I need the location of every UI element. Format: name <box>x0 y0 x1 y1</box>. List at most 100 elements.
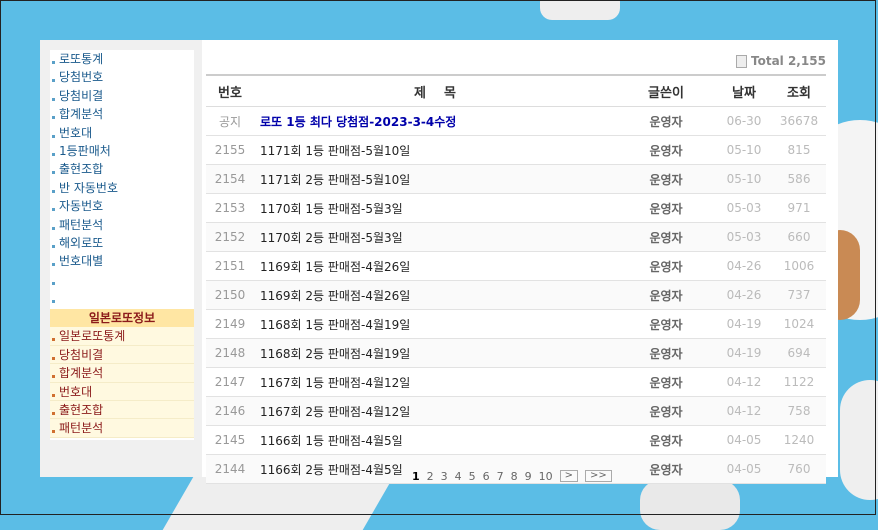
page-link[interactable]: 8 <box>511 470 518 483</box>
cell-num: 2152 <box>206 222 254 252</box>
header-writer: 글쓴이 <box>616 74 716 107</box>
cell-title[interactable]: 1170회 1등 판매점-5월3일 <box>254 193 616 223</box>
page-link[interactable]: 5 <box>469 470 476 483</box>
cell-num: 공지 <box>206 106 254 136</box>
total-count: Total 2,155 <box>736 54 826 68</box>
cell-num: 2147 <box>206 367 254 397</box>
page-link[interactable]: 7 <box>497 470 504 483</box>
table-header-row: 번호 제 목 글쓴이 날짜 조회 <box>206 74 826 107</box>
page-link[interactable]: 3 <box>441 470 448 483</box>
page-next-button[interactable]: > <box>559 470 579 482</box>
japan-lotto-header: 일본로또정보 <box>50 309 194 328</box>
cell-hits: 815 <box>772 135 826 165</box>
sidebar-item[interactable]: 해외로또 <box>50 234 194 252</box>
sidebar-item <box>50 289 194 307</box>
cell-date: 04-26 <box>716 280 772 310</box>
cell-title[interactable]: 1171회 2등 판매점-5월10일 <box>254 164 616 194</box>
cell-writer: 운영자 <box>616 135 716 165</box>
sidebar-item[interactable]: 당첨비결 <box>50 87 194 105</box>
cell-date: 05-03 <box>716 193 772 223</box>
cell-title[interactable]: 1170회 2등 판매점-5월3일 <box>254 222 616 252</box>
cell-hits: 36678 <box>772 106 826 136</box>
table-row: 2155 1171회 1등 판매점-5월10일 운영자 05-10 815 <box>206 135 826 165</box>
cell-num: 2145 <box>206 425 254 455</box>
total-label: Total 2,155 <box>751 54 826 68</box>
background-shape <box>540 0 620 20</box>
cell-num: 2155 <box>206 135 254 165</box>
table-row: 2146 1167회 2등 판매점-4월12일 운영자 04-12 758 <box>206 396 826 426</box>
table-row: 2151 1169회 1등 판매점-4월26일 운영자 04-26 1006 <box>206 251 826 281</box>
cell-title[interactable]: 로또 1등 최다 당첨점-2023-3-4수정 <box>254 106 616 136</box>
cell-title[interactable]: 1168회 1등 판매점-4월19일 <box>254 309 616 339</box>
cell-title[interactable]: 1171회 1등 판매점-5월10일 <box>254 135 616 165</box>
cell-hits: 760 <box>772 454 826 484</box>
cell-date: 04-12 <box>716 367 772 397</box>
cell-title[interactable]: 1167회 1등 판매점-4월12일 <box>254 367 616 397</box>
sidebar-item[interactable]: 당첨번호 <box>50 68 194 86</box>
japan-lotto-item[interactable]: 번호대 <box>50 382 194 402</box>
table-row: 2145 1166회 1등 판매점-4월5일 운영자 04-05 1240 <box>206 425 826 455</box>
cell-date: 04-26 <box>716 251 772 281</box>
cell-writer: 운영자 <box>616 309 716 339</box>
cell-title[interactable]: 1166회 1등 판매점-4월5일 <box>254 425 616 455</box>
sidebar-item[interactable]: 합계분석 <box>50 105 194 123</box>
sidebar-item[interactable]: 번호대별 <box>50 252 194 270</box>
cell-date: 04-12 <box>716 396 772 426</box>
cell-title[interactable]: 1168회 2등 판매점-4월19일 <box>254 338 616 368</box>
cell-num: 2150 <box>206 280 254 310</box>
cell-num: 2146 <box>206 396 254 426</box>
cell-num: 2154 <box>206 164 254 194</box>
table-row: 2150 1169회 2등 판매점-4월26일 운영자 04-26 737 <box>206 280 826 310</box>
page-last-button[interactable]: >> <box>585 470 612 482</box>
cell-date: 06-30 <box>716 106 772 136</box>
cell-hits: 1240 <box>772 425 826 455</box>
page-link[interactable]: 2 <box>427 470 434 483</box>
cell-writer: 운영자 <box>616 425 716 455</box>
cell-writer: 운영자 <box>616 338 716 368</box>
page-link[interactable]: 10 <box>539 470 553 483</box>
pagination: 1 2 3 4 5 6 7 8 9 10 > >> <box>412 470 619 483</box>
cell-title[interactable]: 1169회 1등 판매점-4월26일 <box>254 251 616 281</box>
japan-lotto-item[interactable]: 일본로또통계 <box>50 327 194 346</box>
japan-lotto-item[interactable]: 패턴분석 <box>50 419 194 438</box>
page-link[interactable]: 1 <box>412 470 420 483</box>
cell-hits: 660 <box>772 222 826 252</box>
cell-writer: 운영자 <box>616 222 716 252</box>
sidebar-item[interactable]: 자동번호 <box>50 197 194 215</box>
sidebar-item[interactable]: 출현조합 <box>50 160 194 178</box>
cell-writer: 운영자 <box>616 280 716 310</box>
header-num: 번호 <box>206 74 254 107</box>
sidebar-item[interactable]: 반 자동번호 <box>50 179 194 197</box>
board-table: 번호 제 목 글쓴이 날짜 조회 공지 로또 1등 최다 당첨점-2023-3-4… <box>206 74 826 484</box>
table-row: 2153 1170회 1등 판매점-5월3일 운영자 05-03 971 <box>206 193 826 223</box>
cell-date: 05-10 <box>716 135 772 165</box>
page-link[interactable]: 6 <box>483 470 490 483</box>
page-link[interactable]: 4 <box>455 470 462 483</box>
sidebar-item[interactable]: 번호대 <box>50 124 194 142</box>
header-title: 제 목 <box>254 74 616 107</box>
cell-num: 2148 <box>206 338 254 368</box>
japan-lotto-list: 일본로또통계 당첨비결 합계분석 번호대 출현조합 패턴분석 <box>50 327 194 438</box>
page-link[interactable]: 9 <box>525 470 532 483</box>
cell-writer: 운영자 <box>616 251 716 281</box>
cell-writer: 운영자 <box>616 454 716 484</box>
cell-hits: 1006 <box>772 251 826 281</box>
cell-title[interactable]: 1167회 2등 판매점-4월12일 <box>254 396 616 426</box>
cell-title[interactable]: 1169회 2등 판매점-4월26일 <box>254 280 616 310</box>
sidebar-item <box>50 271 194 289</box>
cell-hits: 586 <box>772 164 826 194</box>
background-shape <box>840 380 878 500</box>
cell-num: 2149 <box>206 309 254 339</box>
japan-lotto-item[interactable]: 합계분석 <box>50 364 194 383</box>
document-icon <box>736 55 747 68</box>
japan-lotto-item[interactable]: 당첨비결 <box>50 345 194 365</box>
sidebar-item[interactable]: 로또통계 <box>50 50 194 68</box>
sidebar-item[interactable]: 패턴분석 <box>50 216 194 234</box>
sidebar-item[interactable]: 1등판매처 <box>50 142 194 160</box>
sidebar-menu: 로또통계 당첨번호 당첨비결 합계분석 번호대 1등판매처 출현조합 반 자동번호 자동번호 패턴… <box>50 50 194 440</box>
header-hits: 조회 <box>772 74 826 107</box>
japan-lotto-item[interactable]: 출현조합 <box>50 401 194 420</box>
cell-date: 05-10 <box>716 164 772 194</box>
table-row: 2149 1168회 1등 판매점-4월19일 운영자 04-19 1024 <box>206 309 826 339</box>
cell-writer: 운영자 <box>616 164 716 194</box>
